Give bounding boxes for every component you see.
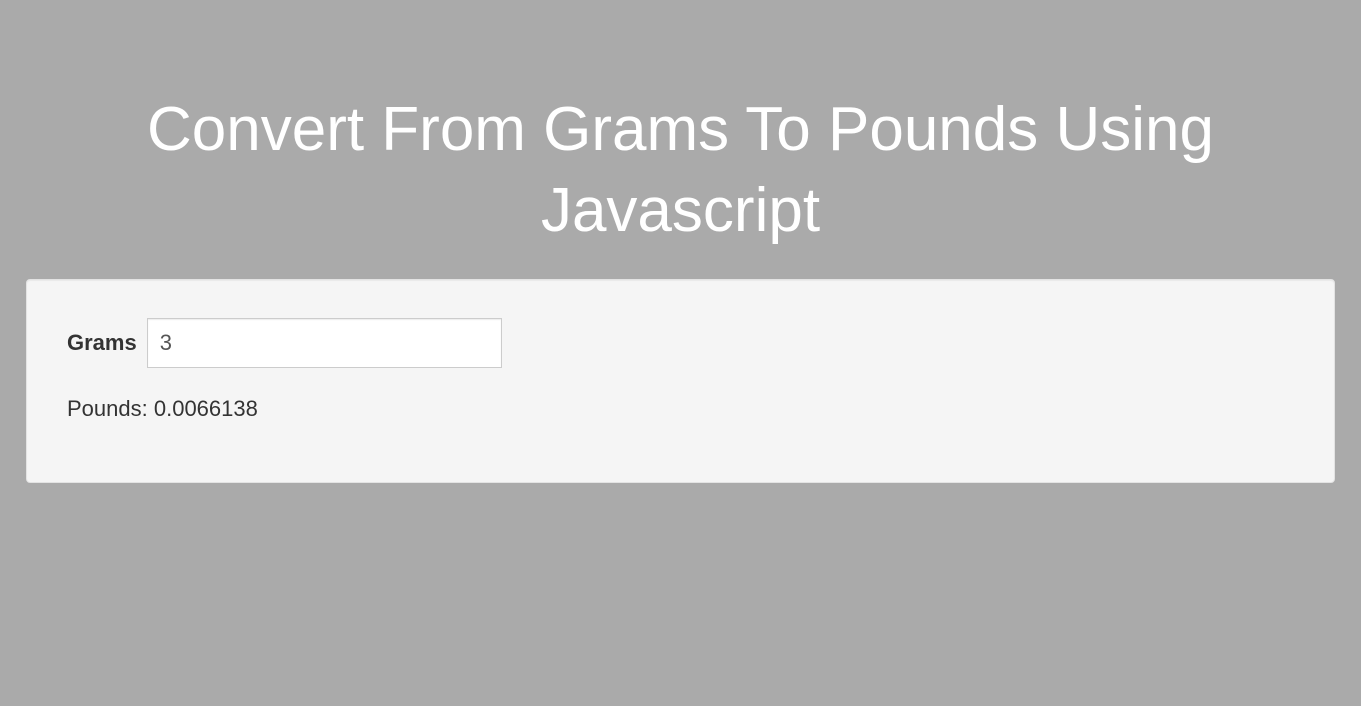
input-row: Grams (67, 318, 1294, 368)
grams-input[interactable] (147, 318, 502, 368)
converter-panel: Grams Pounds: 0.0066138 (26, 279, 1335, 483)
output-label: Pounds: (67, 396, 148, 421)
page-title: Convert From Grams To Pounds Using Javas… (26, 90, 1335, 251)
output-value: 0.0066138 (154, 396, 258, 421)
grams-label: Grams (67, 330, 137, 356)
output-row: Pounds: 0.0066138 (67, 396, 1294, 422)
main-container: Convert From Grams To Pounds Using Javas… (0, 90, 1361, 483)
